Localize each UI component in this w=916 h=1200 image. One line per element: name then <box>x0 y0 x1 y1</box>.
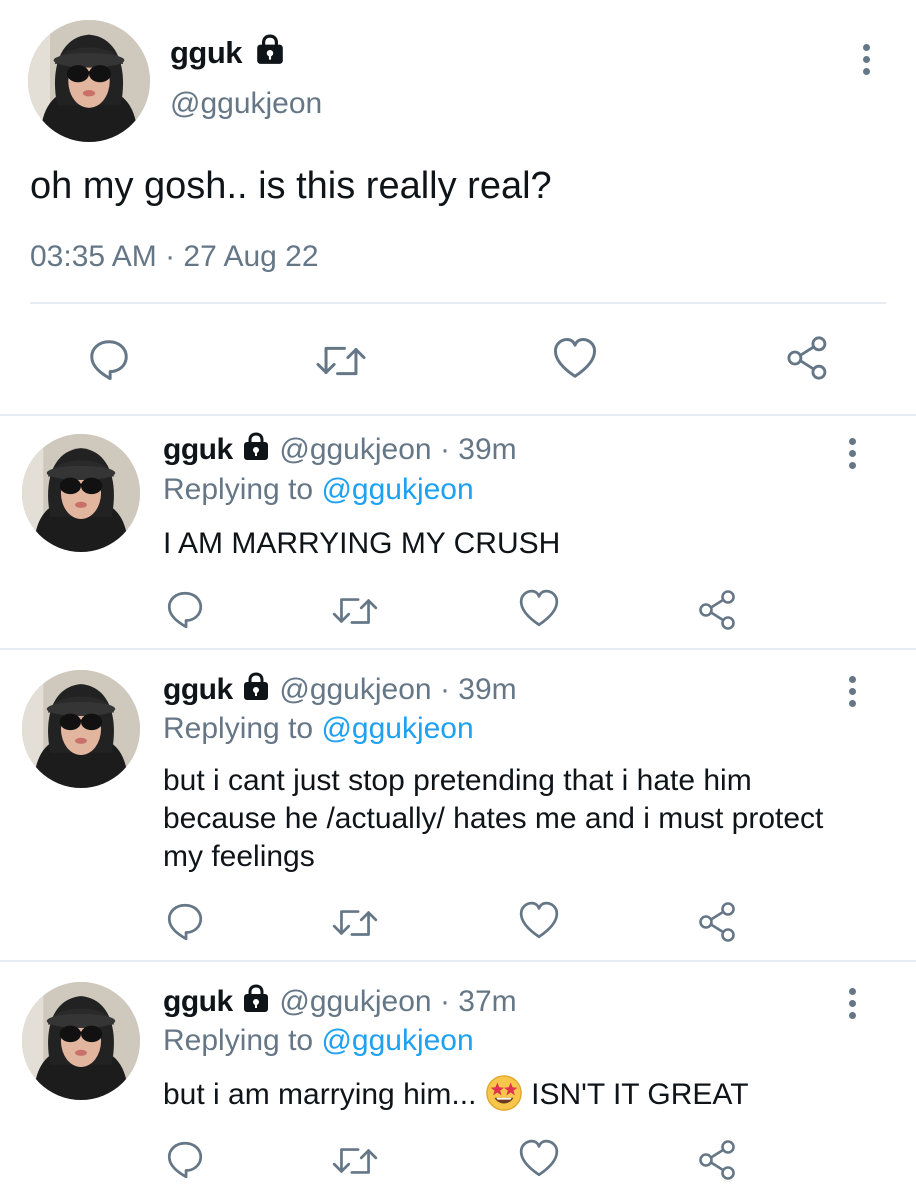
heart-icon[interactable] <box>518 588 560 630</box>
share-icon[interactable] <box>696 900 740 944</box>
reply-icon[interactable] <box>86 336 132 382</box>
heart-icon[interactable] <box>518 1138 560 1180</box>
retweet-icon[interactable] <box>330 902 380 944</box>
main-tweet: gguk @ggukjeon oh my gosh.. is this real… <box>0 0 916 416</box>
tweet-timestamp[interactable]: 03:35 AM · 27 Aug 22 <box>30 240 319 274</box>
lock-icon <box>254 34 286 66</box>
author-handle[interactable]: @ggukjeon <box>279 985 431 1018</box>
more-options-icon[interactable] <box>840 438 864 469</box>
replying-to: Replying to @ggukjeon <box>163 473 474 507</box>
more-options-icon[interactable] <box>854 44 878 75</box>
reply-icon[interactable] <box>164 900 206 942</box>
replying-to-label: Replying to <box>163 473 314 506</box>
reply-time[interactable]: 39m <box>458 673 516 706</box>
divider <box>30 302 886 304</box>
reply-text: but i am marrying him... ISN'T IT GREAT <box>163 1074 863 1114</box>
reply-icon[interactable] <box>164 588 206 630</box>
avatar[interactable] <box>22 434 140 552</box>
avatar[interactable] <box>22 982 140 1100</box>
share-icon[interactable] <box>696 588 740 632</box>
retweet-icon[interactable] <box>330 1140 380 1182</box>
reply-header: gguk @ggukjeon · 37m <box>163 984 517 1019</box>
replying-to-link[interactable]: @ggukjeon <box>321 712 473 745</box>
replying-to-label: Replying to <box>163 712 314 745</box>
author-handle[interactable]: @ggukjeon <box>279 433 431 466</box>
reply-time[interactable]: 39m <box>458 433 516 466</box>
more-options-icon[interactable] <box>840 988 864 1019</box>
author-handle[interactable]: @ggukjeon <box>170 87 322 121</box>
tweet-text: oh my gosh.. is this really real? <box>30 165 552 207</box>
reply-tweet[interactable]: gguk @ggukjeon · 39m Replying to @ggukje… <box>0 416 916 650</box>
replying-to-link[interactable]: @ggukjeon <box>321 473 473 506</box>
lock-icon <box>241 432 271 462</box>
star-struck-emoji-icon <box>485 1075 522 1111</box>
author-handle[interactable]: @ggukjeon <box>279 673 431 706</box>
lock-icon <box>241 984 271 1014</box>
separator: · <box>439 433 450 466</box>
reply-tweet[interactable]: gguk @ggukjeon · 37m Replying to @ggukje… <box>0 962 916 1200</box>
author-name[interactable]: gguk <box>163 985 233 1018</box>
replying-to-link[interactable]: @ggukjeon <box>321 1024 473 1057</box>
reply-text-end: ISN'T IT GREAT <box>531 1078 749 1111</box>
reply-text-start: but i am marrying him... <box>163 1078 477 1111</box>
reply-tweet[interactable]: gguk @ggukjeon · 39m Replying to @ggukje… <box>0 650 916 962</box>
replying-to: Replying to @ggukjeon <box>163 712 474 746</box>
lock-icon <box>241 672 271 702</box>
more-options-icon[interactable] <box>840 676 864 707</box>
heart-icon[interactable] <box>518 900 560 942</box>
reply-header: gguk @ggukjeon · 39m <box>163 672 517 707</box>
reply-text: I AM MARRYING MY CRUSH <box>163 527 561 560</box>
reply-icon[interactable] <box>164 1138 206 1180</box>
replying-to-label: Replying to <box>163 1024 314 1057</box>
separator: · <box>439 673 450 706</box>
separator: · <box>439 985 450 1018</box>
avatar[interactable] <box>28 20 150 142</box>
retweet-icon[interactable] <box>330 590 380 632</box>
reply-time[interactable]: 37m <box>458 985 516 1018</box>
reply-text: but i cant just stop pretending that i h… <box>163 764 824 873</box>
retweet-icon[interactable] <box>313 338 369 384</box>
reply-header: gguk @ggukjeon · 39m <box>163 432 517 467</box>
author-name-row[interactable]: gguk <box>170 34 286 71</box>
heart-icon[interactable] <box>552 336 598 382</box>
author-name[interactable]: gguk <box>163 433 233 466</box>
avatar[interactable] <box>22 670 140 788</box>
replying-to: Replying to @ggukjeon <box>163 1024 474 1058</box>
share-icon[interactable] <box>696 1138 740 1182</box>
author-name[interactable]: gguk <box>163 673 233 706</box>
author-name[interactable]: gguk <box>170 35 243 70</box>
share-icon[interactable] <box>784 334 832 382</box>
